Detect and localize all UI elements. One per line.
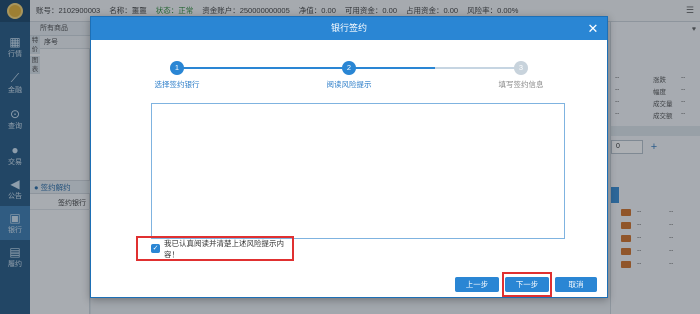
agree-checkbox-row[interactable]: ✓ 我已认真阅读并清楚上述风险提示内容！: [136, 236, 294, 261]
dialog-title: 银行签约: [91, 17, 607, 40]
close-icon[interactable]: ✕: [585, 17, 601, 40]
step-3-label: 填写签约信息: [498, 80, 544, 89]
next-step-button[interactable]: 下一步: [505, 277, 549, 292]
step-connector: [177, 67, 349, 69]
risk-disclosure-content[interactable]: [151, 103, 565, 239]
step-3-indicator: 3: [514, 61, 528, 75]
prev-step-button[interactable]: 上一步: [455, 277, 499, 292]
step-connector: [349, 67, 435, 69]
checkbox-checked-icon[interactable]: ✓: [151, 244, 160, 253]
step-connector: [435, 67, 521, 69]
step-2-indicator: 2: [342, 61, 356, 75]
agree-label: 我已认真阅读并清楚上述风险提示内容！: [164, 238, 284, 259]
step-2-label: 阅读风险提示: [326, 80, 372, 89]
cancel-button[interactable]: 取消: [555, 277, 597, 292]
bank-sign-dialog: 银行签约 ✕ 1 2 3 选择签约银行 阅读风险提示 填写签约信息 ✓ 我已认真…: [90, 16, 608, 298]
step-1-label: 选择签约银行: [154, 80, 200, 89]
step-1-indicator: 1: [170, 61, 184, 75]
